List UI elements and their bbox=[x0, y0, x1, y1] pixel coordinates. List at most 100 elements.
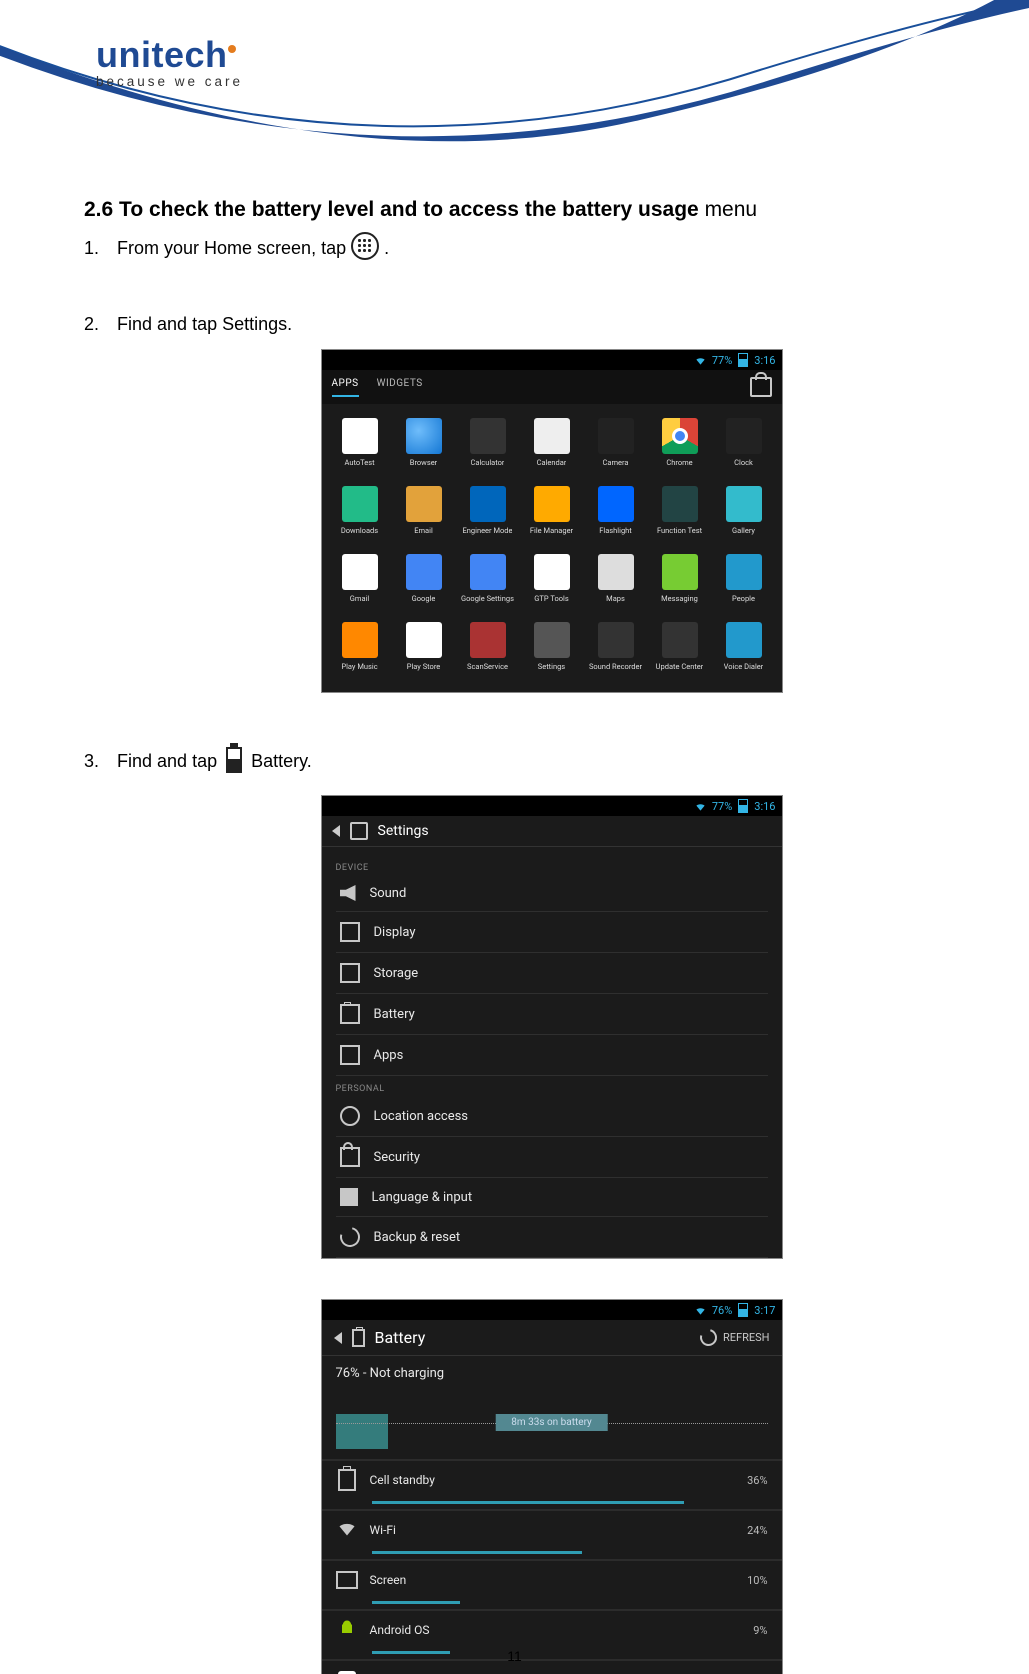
screenshot-settings-list: 77% 3:16 Settings DEVICE SoundDisplaySto… bbox=[321, 795, 783, 1259]
refresh-button[interactable]: REFRESH bbox=[700, 1329, 770, 1346]
app-downloads[interactable]: Downloads bbox=[328, 486, 392, 536]
battery-summary: 76% - Not charging bbox=[322, 1356, 782, 1387]
app-camera[interactable]: Camera bbox=[584, 418, 648, 468]
battery-usage-wi-fi[interactable]: Wi-Fi24% bbox=[322, 1509, 782, 1559]
app-icon bbox=[470, 622, 506, 658]
back-icon[interactable] bbox=[332, 825, 340, 837]
app-google-settings[interactable]: Google Settings bbox=[456, 554, 520, 604]
logo: unitech because we care bbox=[96, 34, 243, 89]
app-label: Gmail bbox=[350, 595, 369, 604]
app-icon bbox=[726, 418, 762, 454]
app-browser[interactable]: Browser bbox=[392, 418, 456, 468]
app-settings[interactable]: Settings bbox=[520, 622, 584, 672]
battery-title: Battery bbox=[375, 1328, 426, 1347]
battery-icon bbox=[738, 1303, 748, 1317]
screen-icon bbox=[336, 1571, 358, 1589]
app-chrome[interactable]: Chrome bbox=[648, 418, 712, 468]
statusbar: 77% 3:16 bbox=[322, 796, 782, 816]
step-1: 1. From your Home screen, tap . bbox=[84, 232, 1019, 260]
android-icon bbox=[337, 1618, 357, 1643]
app-google[interactable]: Google bbox=[392, 554, 456, 604]
tab-widgets[interactable]: WIDGETS bbox=[377, 378, 423, 397]
screenshot-app-drawer: 77% 3:16 APPS WIDGETS AutoTestBrowserCal… bbox=[321, 349, 783, 693]
app-calendar[interactable]: Calendar bbox=[520, 418, 584, 468]
settings-row-sound[interactable]: Sound bbox=[336, 875, 768, 912]
app-play-music[interactable]: Play Music bbox=[328, 622, 392, 672]
battery-usage-cell-standby[interactable]: Cell standby36% bbox=[322, 1459, 782, 1509]
app-label: Play Store bbox=[407, 663, 441, 672]
settings-row-label: Location access bbox=[374, 1109, 469, 1124]
step-3: 3. Find and tap Battery. 77% 3:16 bbox=[84, 747, 1019, 1674]
tab-apps[interactable]: APPS bbox=[332, 378, 359, 397]
settings-row-security[interactable]: Security bbox=[336, 1137, 768, 1178]
battery-graph[interactable]: 8m 33s on battery bbox=[336, 1387, 768, 1449]
step-3-text-after: Battery. bbox=[251, 751, 312, 771]
settings-row-display[interactable]: Display bbox=[336, 912, 768, 953]
app-file-manager[interactable]: File Manager bbox=[520, 486, 584, 536]
battery-icon bbox=[226, 747, 242, 773]
app-people[interactable]: People bbox=[712, 554, 776, 604]
generic-icon bbox=[340, 963, 360, 983]
settings-row-location-access[interactable]: Location access bbox=[336, 1096, 768, 1137]
back-icon[interactable] bbox=[334, 1332, 342, 1344]
app-sound-recorder[interactable]: Sound Recorder bbox=[584, 622, 648, 672]
app-play-store[interactable]: Play Store bbox=[392, 622, 456, 672]
settings-row-language-input[interactable]: ALanguage & input bbox=[336, 1178, 768, 1217]
battery-icon bbox=[738, 799, 748, 813]
app-flashlight[interactable]: Flashlight bbox=[584, 486, 648, 536]
settings-row-apps[interactable]: Apps bbox=[336, 1035, 768, 1076]
battery-graph-label: 8m 33s on battery bbox=[495, 1414, 608, 1431]
wifi-icon bbox=[695, 1305, 706, 1316]
app-label: Function Test bbox=[657, 527, 702, 536]
section-heading: 2.6 To check the battery level and to ac… bbox=[84, 198, 1019, 222]
page-number: 11 bbox=[0, 1648, 1029, 1664]
settings-row-battery[interactable]: Battery bbox=[336, 994, 768, 1035]
app-scanservice[interactable]: ScanService bbox=[456, 622, 520, 672]
settings-title-bar[interactable]: Settings bbox=[322, 816, 782, 847]
group-header-device: DEVICE bbox=[336, 863, 768, 873]
settings-row-label: Security bbox=[374, 1150, 421, 1165]
app-calculator[interactable]: Calculator bbox=[456, 418, 520, 468]
usage-bar bbox=[372, 1501, 685, 1504]
settings-row-storage[interactable]: Storage bbox=[336, 953, 768, 994]
app-function-test[interactable]: Function Test bbox=[648, 486, 712, 536]
step-2: 2. Find and tap Settings. 77% 3:16 APPS … bbox=[84, 314, 1019, 693]
app-autotest[interactable]: AutoTest bbox=[328, 418, 392, 468]
app-clock[interactable]: Clock bbox=[712, 418, 776, 468]
app-icon bbox=[662, 622, 698, 658]
play-store-shortcut-icon[interactable] bbox=[750, 377, 772, 397]
settings-row-label: Language & input bbox=[372, 1190, 473, 1205]
app-icon bbox=[726, 554, 762, 590]
app-label: Calculator bbox=[471, 459, 505, 468]
settings-row-backup-reset[interactable]: Backup & reset bbox=[336, 1217, 768, 1258]
app-gmail[interactable]: Gmail bbox=[328, 554, 392, 604]
settings-scroll: DEVICE SoundDisplayStorageBatteryApps PE… bbox=[322, 847, 782, 1258]
usage-pct: 9% bbox=[732, 1624, 768, 1637]
app-email[interactable]: Email bbox=[392, 486, 456, 536]
app-label: Engineer Mode bbox=[463, 527, 513, 536]
app-icon bbox=[342, 622, 378, 658]
app-voice-dialer[interactable]: Voice Dialer bbox=[712, 622, 776, 672]
statusbar-time: 3:16 bbox=[754, 800, 775, 813]
app-icon bbox=[534, 486, 570, 522]
app-update-center[interactable]: Update Center bbox=[648, 622, 712, 672]
app-label: Maps bbox=[606, 595, 625, 604]
wifi-icon bbox=[695, 801, 706, 812]
app-maps[interactable]: Maps bbox=[584, 554, 648, 604]
battery-usage-screen[interactable]: Screen10% bbox=[322, 1559, 782, 1609]
app-gtp-tools[interactable]: GTP Tools bbox=[520, 554, 584, 604]
battery-icon bbox=[738, 353, 748, 367]
app-engineer-mode[interactable]: Engineer Mode bbox=[456, 486, 520, 536]
battery-icon bbox=[352, 1329, 365, 1347]
step-3-text-before: Find and tap bbox=[117, 751, 222, 771]
app-icon bbox=[534, 622, 570, 658]
app-messaging[interactable]: Messaging bbox=[648, 554, 712, 604]
app-icon bbox=[598, 418, 634, 454]
app-label: Gallery bbox=[732, 527, 755, 536]
usage-label: Screen bbox=[370, 1573, 720, 1587]
settings-row-label: Apps bbox=[374, 1048, 404, 1063]
app-gallery[interactable]: Gallery bbox=[712, 486, 776, 536]
app-icon bbox=[470, 554, 506, 590]
step-2-number: 2. bbox=[84, 314, 112, 335]
usage-bar bbox=[372, 1601, 460, 1604]
